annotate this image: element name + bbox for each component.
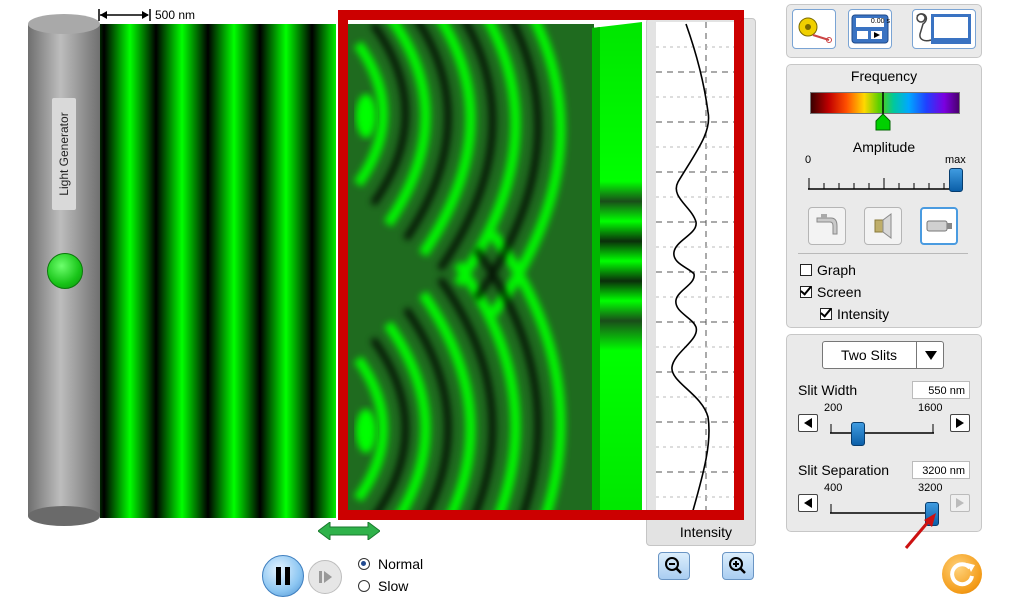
- arrow-left-icon: [804, 418, 812, 428]
- arrow-left-icon: [804, 498, 812, 508]
- amplitude-slider[interactable]: [808, 178, 960, 190]
- slit-separation-decrease-button[interactable]: [798, 494, 818, 512]
- generator-on-button[interactable]: [47, 253, 83, 289]
- graph-checkbox[interactable]: Graph: [800, 262, 856, 278]
- intensity-axis-label: Intensity: [679, 524, 733, 540]
- speed-normal-option[interactable]: Normal: [358, 556, 423, 572]
- sound-source-button[interactable]: [864, 207, 902, 245]
- slit-width-decrease-button[interactable]: [798, 414, 818, 432]
- measuring-tape-tool[interactable]: [792, 9, 836, 49]
- arrow-right-icon: [956, 418, 964, 428]
- stopwatch-icon: [851, 14, 889, 44]
- arrow-right-icon: [956, 498, 964, 508]
- water-source-button[interactable]: [808, 207, 846, 245]
- scale-bar: [98, 9, 151, 21]
- stopwatch-readout: 0.00 s: [870, 18, 890, 25]
- panel-divider: [798, 253, 968, 254]
- barrier-type-value: Two Slits: [840, 347, 897, 363]
- probe-icon: [916, 13, 971, 44]
- pointer-arrow-icon: [904, 513, 936, 549]
- highlight-box: [338, 10, 744, 520]
- slit-separation-value: 3200 nm: [912, 461, 970, 479]
- slit-width-max: 1600: [918, 402, 943, 414]
- stopwatch-tool[interactable]: [848, 9, 892, 49]
- probe-tool[interactable]: [912, 9, 976, 49]
- graph-checkbox-label: Graph: [817, 262, 856, 278]
- intensity-checkbox-label: Intensity: [837, 306, 890, 322]
- light-source-button[interactable]: [920, 207, 958, 245]
- amplitude-min-label: 0: [805, 154, 812, 166]
- slit-width-value: 550 nm: [912, 381, 970, 399]
- amplitude-label: Amplitude: [852, 139, 916, 155]
- step-forward-icon: [319, 571, 332, 583]
- speed-slow-radio[interactable]: [358, 580, 370, 592]
- step-button[interactable]: [308, 560, 342, 594]
- slit-separation-label: Slit Separation: [798, 462, 890, 478]
- laser-icon: [926, 220, 952, 232]
- zoom-in-button[interactable]: [722, 552, 754, 580]
- screen-checkbox[interactable]: Screen: [800, 284, 861, 300]
- screen-checkbox-label: Screen: [817, 284, 862, 300]
- speed-normal-label: Normal: [378, 556, 424, 572]
- intensity-checkbox[interactable]: Intensity: [820, 306, 889, 322]
- measuring-tape-icon: [798, 17, 832, 43]
- slit-width-increase-button[interactable]: [950, 414, 970, 432]
- slit-width-slider-handle[interactable]: [851, 422, 865, 446]
- speed-slow-option[interactable]: Slow: [358, 578, 408, 594]
- chevron-down-icon[interactable]: [916, 341, 945, 369]
- slit-separation-max: 3200: [918, 482, 943, 494]
- slit-width-slider[interactable]: [830, 424, 934, 434]
- pause-button[interactable]: [262, 555, 304, 597]
- zoom-out-button[interactable]: [658, 552, 690, 580]
- slit-separation-increase-button[interactable]: [950, 494, 970, 512]
- scale-label: 500 nm: [155, 8, 196, 22]
- reset-icon: [950, 562, 975, 587]
- generator-label: Light Generator: [52, 98, 76, 210]
- slit-width-min: 200: [824, 402, 843, 414]
- frequency-label: Frequency: [850, 68, 918, 84]
- faucet-icon: [816, 214, 838, 235]
- screen-checkbox-box[interactable]: [800, 286, 812, 298]
- intensity-checkbox-box[interactable]: [820, 308, 832, 320]
- speaker-icon: [874, 213, 892, 239]
- slit-width-label: Slit Width: [798, 382, 858, 398]
- zoom-out-icon: [665, 557, 682, 574]
- frequency-slider-handle[interactable]: [874, 90, 892, 132]
- graph-checkbox-box[interactable]: [800, 264, 812, 276]
- speed-normal-radio[interactable]: [358, 558, 370, 570]
- zoom-in-icon: [729, 557, 746, 574]
- pause-icon: [276, 567, 290, 585]
- barrier-drag-handle[interactable]: [318, 522, 380, 540]
- slit-separation-min: 400: [824, 482, 843, 494]
- speed-slow-label: Slow: [378, 578, 409, 594]
- amplitude-max-label: max: [945, 154, 966, 166]
- plane-wave-area: [100, 24, 336, 518]
- amplitude-slider-handle[interactable]: [949, 168, 963, 192]
- reset-all-button[interactable]: [942, 554, 982, 594]
